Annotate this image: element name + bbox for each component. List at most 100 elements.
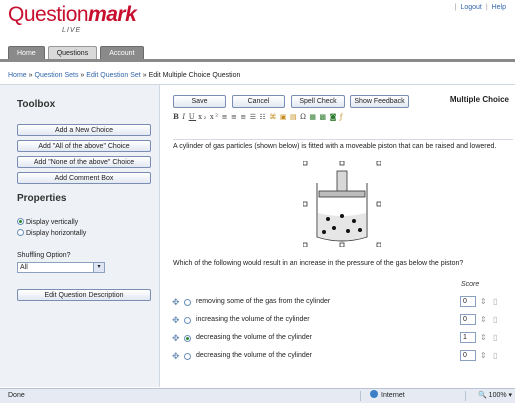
resize-handle[interactable] — [376, 242, 381, 247]
subscript-icon[interactable]: x₂ — [198, 113, 208, 121]
image-icon[interactable]: ▦ — [309, 113, 317, 121]
gas-particle — [322, 230, 326, 234]
score-header: Score — [461, 281, 480, 288]
display-horizontal-option[interactable]: Display horizontally — [17, 229, 86, 237]
tab-home[interactable]: Home — [8, 46, 45, 59]
zone-label: Internet — [381, 392, 405, 399]
drag-handle-icon[interactable]: ✥ — [172, 332, 180, 344]
drag-handle-icon[interactable]: ✥ — [172, 314, 180, 326]
score-input[interactable]: 0 — [460, 314, 476, 325]
spinner-icon[interactable]: ⇕ — [480, 314, 487, 326]
top-links: | Logout | Help — [454, 4, 507, 11]
score-input[interactable]: 0 — [460, 350, 476, 361]
align-right-icon[interactable]: ≡ — [240, 113, 247, 121]
spinner-icon[interactable]: ⇕ — [480, 350, 487, 362]
show-feedback-button[interactable]: Show Feedback — [350, 95, 409, 108]
radio-empty-icon[interactable] — [17, 229, 24, 236]
logout-link[interactable]: Logout — [460, 4, 481, 11]
save-button[interactable]: Save — [173, 95, 226, 108]
correct-radio[interactable] — [184, 317, 191, 324]
resize-handle[interactable] — [339, 242, 345, 247]
display-horizontal-label: Display horizontally — [26, 230, 87, 237]
gas-particle — [340, 214, 344, 218]
italic-icon[interactable]: I — [182, 113, 186, 121]
add-none-of-above-button[interactable]: Add "None of the above" Choice — [17, 156, 151, 168]
delete-icon[interactable]: ▯ — [493, 350, 497, 362]
resize-handle[interactable] — [376, 161, 381, 166]
copy-icon[interactable]: ▣ — [280, 113, 288, 121]
question-prompt: Which of the following would result in a… — [173, 260, 464, 267]
spinner-icon[interactable]: ⇕ — [480, 296, 487, 308]
logo-text: Question — [8, 3, 89, 26]
superscript-icon[interactable]: x² — [210, 113, 220, 121]
delete-icon[interactable]: ▯ — [493, 314, 497, 326]
delete-icon[interactable]: ▯ — [493, 296, 497, 308]
format-toolbar: B I Ux₂ x² ≡ ≡ ≡ ☰ ☷ ⌘ ▣ ▤ Ω ▦ ▩ ◙ ƒ — [173, 112, 373, 124]
cylinder-piston-diagram[interactable] — [303, 161, 381, 247]
properties-title: Properties — [17, 193, 67, 204]
shuffling-label: Shuffling Option? — [17, 252, 71, 259]
choice-row: ✥ increasing the volume of the cylinder … — [160, 314, 515, 327]
spell-check-button[interactable]: Spell Check — [291, 95, 345, 108]
sidebar: Toolbox Add a New Choice Add "All of the… — [0, 85, 160, 387]
display-vertical-option[interactable]: Display vertically — [17, 218, 78, 226]
score-input[interactable]: 0 — [460, 296, 476, 307]
status-divider — [465, 391, 466, 401]
correct-radio[interactable] — [184, 353, 191, 360]
media-icon[interactable]: ◙ — [330, 113, 338, 121]
numbered-list-icon[interactable]: ☷ — [260, 113, 268, 121]
delete-icon[interactable]: ▯ — [493, 332, 497, 344]
edit-question-description-button[interactable]: Edit Question Description — [17, 289, 151, 301]
choice-text[interactable]: decreasing the volume of the cylinder — [196, 332, 312, 344]
breadcrumb-home[interactable]: Home — [8, 72, 27, 79]
choice-text[interactable]: increasing the volume of the cylinder — [196, 314, 310, 326]
symbol-icon[interactable]: Ω — [300, 113, 307, 121]
status-text: Done — [8, 392, 25, 399]
table-icon[interactable]: ▩ — [320, 113, 328, 121]
logo[interactable]: Questionmark — [8, 3, 137, 27]
underline-icon[interactable]: U — [189, 113, 196, 121]
resize-handle[interactable] — [303, 161, 308, 166]
zoom-value: 100% — [488, 392, 507, 399]
spinner-icon[interactable]: ⇕ — [480, 332, 487, 344]
radio-selected-icon[interactable] — [17, 218, 24, 225]
choice-text[interactable]: decreasing the volume of the cylinder — [196, 350, 312, 362]
add-comment-box-button[interactable]: Add Comment Box — [17, 172, 151, 184]
bold-icon[interactable]: B — [173, 112, 180, 121]
breadcrumb-question-sets[interactable]: Question Sets — [35, 72, 79, 79]
drag-handle-icon[interactable]: ✥ — [172, 350, 180, 362]
resize-handle[interactable] — [376, 201, 381, 207]
choice-row: ✥ decreasing the volume of the cylinder … — [160, 332, 515, 345]
help-link[interactable]: Help — [492, 4, 506, 11]
resize-handle[interactable] — [303, 242, 308, 247]
add-choice-button[interactable]: Add a New Choice — [17, 124, 151, 136]
list-icon[interactable]: ☰ — [250, 113, 258, 121]
resize-handle[interactable] — [339, 161, 345, 166]
paste-icon[interactable]: ▤ — [290, 113, 298, 121]
display-vertical-label: Display vertically — [26, 219, 79, 226]
align-center-icon[interactable]: ≡ — [231, 113, 238, 121]
drag-handle-icon[interactable]: ✥ — [172, 296, 180, 308]
tab-questions[interactable]: Questions — [47, 46, 98, 59]
breadcrumb-separator: » — [142, 72, 147, 79]
top-links-separator: | — [485, 4, 488, 11]
correct-radio[interactable] — [184, 299, 191, 306]
logo-text-bold: mark — [88, 3, 137, 26]
equation-icon[interactable]: ƒ — [340, 113, 344, 121]
shuffling-select[interactable]: All ▾ — [17, 262, 105, 273]
chevron-down-icon[interactable]: ▾ — [93, 263, 104, 272]
gas-particle — [358, 228, 362, 232]
gas-particle — [352, 219, 356, 223]
cancel-button[interactable]: Cancel — [232, 95, 285, 108]
tab-account[interactable]: Account — [100, 46, 144, 59]
resize-handle[interactable] — [303, 201, 308, 207]
correct-radio[interactable] — [184, 335, 191, 342]
align-left-icon[interactable]: ≡ — [222, 113, 229, 121]
breadcrumb-edit-question-set[interactable]: Edit Question Set — [86, 72, 140, 79]
choice-text[interactable]: removing some of the gas from the cylind… — [196, 296, 330, 308]
security-zone: Internet — [370, 389, 405, 403]
add-all-of-above-button[interactable]: Add "All of the above" Choice — [17, 140, 151, 152]
zoom-level[interactable]: 🔍 100% ▾ — [478, 389, 512, 403]
link-icon[interactable]: ⌘ — [269, 113, 278, 121]
score-input[interactable]: 1 — [460, 332, 476, 343]
